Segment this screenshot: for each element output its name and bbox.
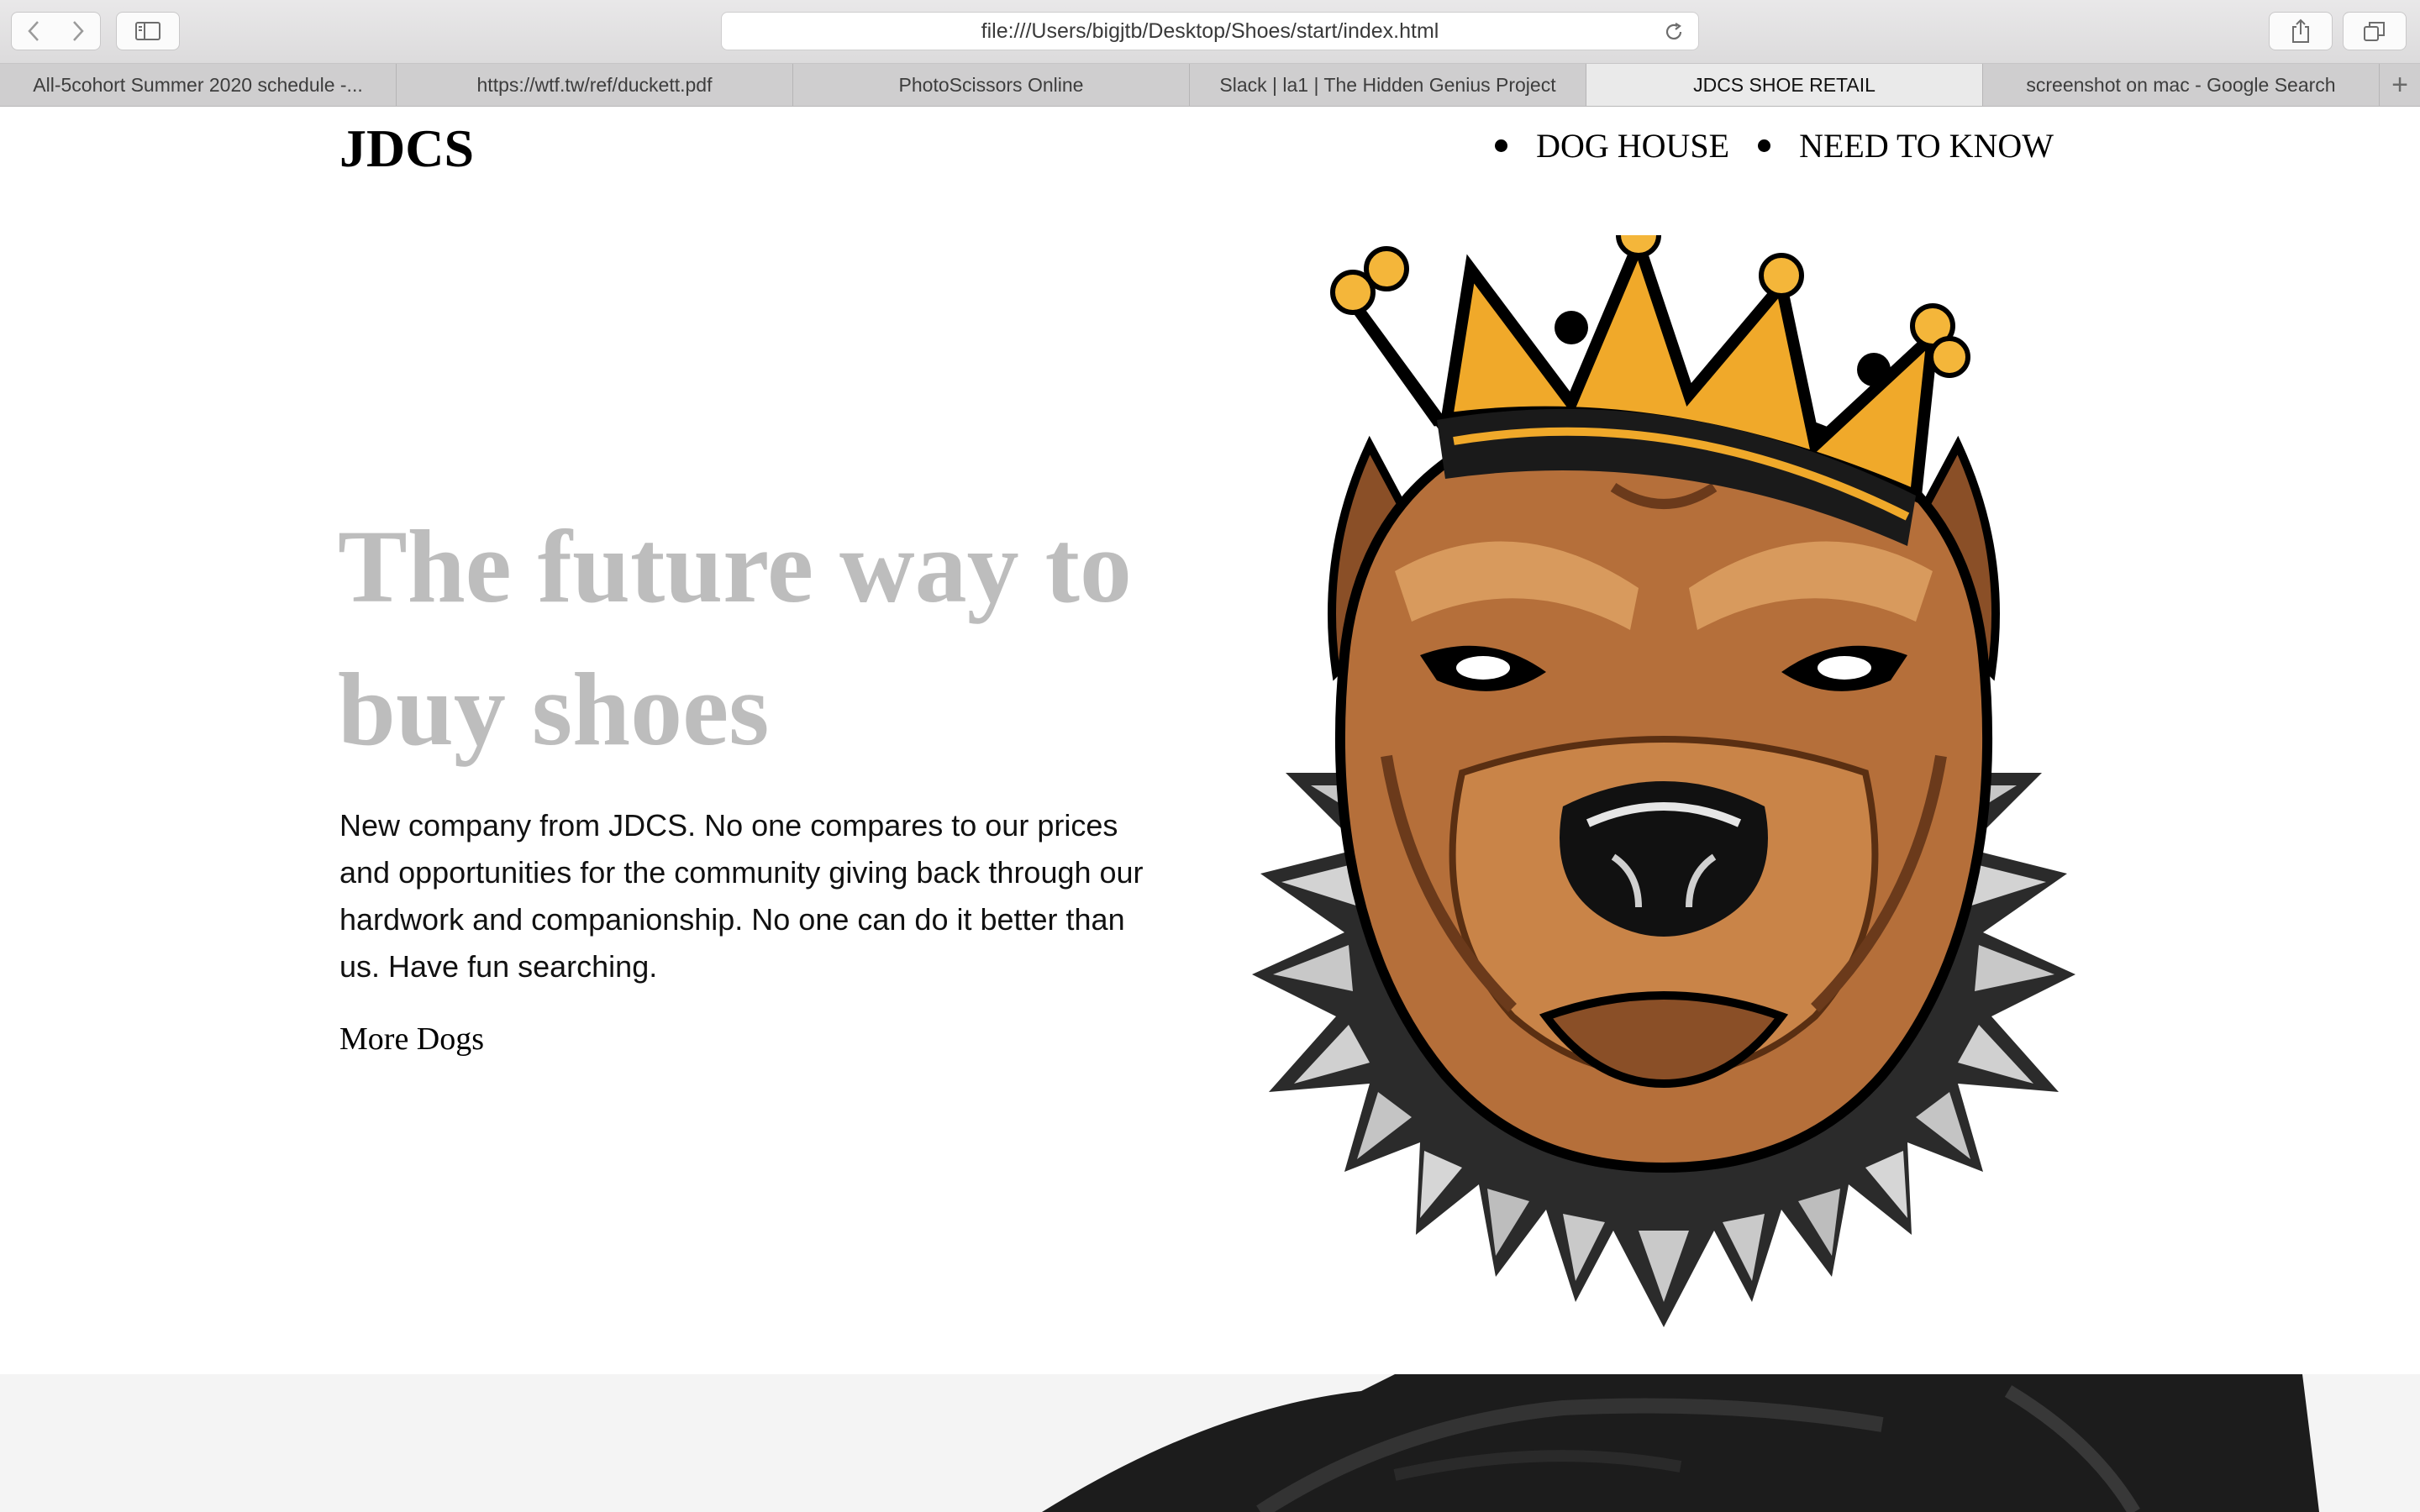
reload-button[interactable] (1661, 19, 1686, 45)
share-button[interactable] (2269, 12, 2333, 50)
main-nav: DOG HOUSE NEED TO KNOW (1495, 126, 2054, 165)
new-tab-button[interactable]: + (2380, 64, 2420, 106)
site-logo[interactable]: JDCS (339, 118, 474, 180)
browser-tab[interactable]: https://wtf.tw/ref/duckett.pdf (397, 64, 793, 106)
tabs-overview-icon (2364, 22, 2385, 41)
back-icon (28, 21, 39, 41)
dog-with-crown-image (1252, 235, 2075, 1327)
share-icon (2292, 18, 2309, 43)
bullet-icon (1495, 139, 1508, 152)
back-button[interactable] (11, 12, 56, 50)
more-dogs-link[interactable]: More Dogs (339, 1021, 484, 1058)
browser-tab[interactable]: Slack | la1 | The Hidden Genius Project (1190, 64, 1586, 106)
browser-tab[interactable]: PhotoScissors Online (793, 64, 1190, 106)
nav-dog-house[interactable]: DOG HOUSE (1536, 126, 1729, 165)
nav-need-to-know[interactable]: NEED TO KNOW (1799, 126, 2054, 165)
browser-tab-active[interactable]: JDCS SHOE RETAIL (1586, 64, 1983, 106)
shoe-image (1042, 1374, 2319, 1512)
dog-right-eye-white (1818, 656, 1871, 680)
dog-left-eye-white (1456, 656, 1510, 680)
reload-icon (1665, 23, 1682, 39)
shoe-section (0, 1374, 2420, 1512)
hero-title: The future way to buy shoes (338, 509, 1132, 767)
browser-tab[interactable]: All-5cohort Summer 2020 schedule -... (0, 64, 397, 106)
forward-button[interactable] (55, 12, 101, 50)
browser-toolbar: file:///Users/bigjtb/Desktop/Shoes/start… (0, 0, 2420, 64)
hero-description: New company from JDCS. No one compares t… (339, 808, 1144, 984)
address-bar[interactable]: file:///Users/bigjtb/Desktop/Shoes/start… (721, 12, 1699, 50)
tabs-overview-button[interactable] (2343, 12, 2407, 50)
forward-icon (72, 21, 84, 41)
sidebar-button[interactable] (116, 12, 180, 50)
url-text: file:///Users/bigjtb/Desktop/Shoes/start… (981, 18, 1439, 43)
browser-tab[interactable]: screenshot on mac - Google Search (1983, 64, 2380, 106)
sidebar-icon (135, 22, 160, 40)
tab-bar: All-5cohort Summer 2020 schedule -... ht… (0, 64, 2420, 107)
bullet-icon (1758, 139, 1771, 152)
new-tab-icon: + (2391, 68, 2408, 101)
